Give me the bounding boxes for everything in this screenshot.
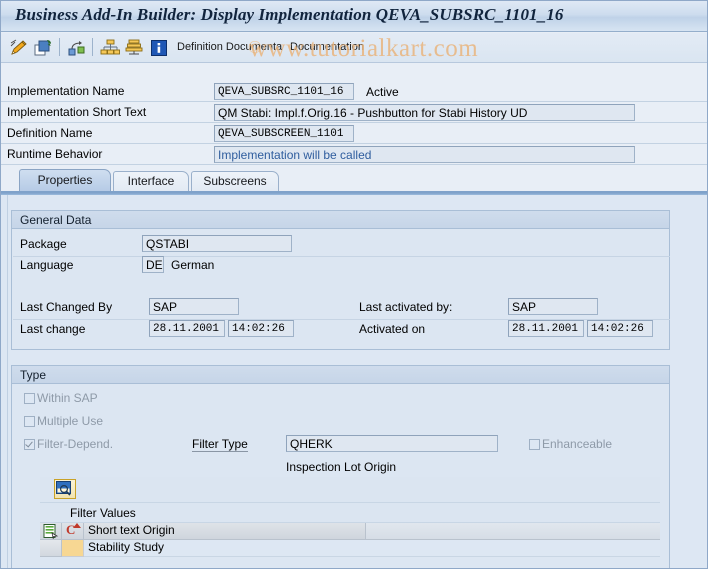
package-field[interactable]: QSTABI	[142, 235, 292, 252]
window-title-bar: Business Add-In Builder: Display Impleme…	[1, 1, 707, 32]
type-group: Type Within SAP Multiple Use Filter-Depe…	[11, 365, 670, 568]
sort-ascending-icon	[73, 523, 81, 528]
activated-on-label: Activated on	[359, 322, 426, 336]
checkbox-enhanceable[interactable]	[529, 439, 540, 450]
sap-gui-window: Business Add-In Builder: Display Impleme…	[0, 0, 708, 569]
header-row-implementation-name: Implementation Name QEVA_SUBSRC_1101_16 …	[1, 81, 707, 102]
definition-documentation-button[interactable]: Definition Documenta	[177, 41, 282, 53]
toolbar-separator-2	[92, 38, 93, 56]
definition-name-field[interactable]: QEVA_SUBSCREEN_1101	[214, 125, 354, 142]
runtime-behavior-label: Runtime Behavior	[7, 147, 103, 161]
checkbox-filter-dependent-label: Filter-Depend.	[37, 437, 114, 451]
assign-node-icon[interactable]	[67, 38, 87, 58]
header-row-runtime-behavior: Runtime Behavior Implementation will be …	[1, 144, 707, 165]
last-change-time-field[interactable]: 14:02:26	[228, 320, 294, 337]
filter-type-description: Inspection Lot Origin	[286, 460, 397, 474]
checkbox-within-sap-label: Within SAP	[37, 391, 98, 405]
filter-values-caption: Filter Values	[40, 503, 660, 523]
table-row[interactable]: Stability Study	[40, 540, 660, 557]
panel-left-rail	[1, 195, 8, 568]
checkbox-filter-dependent[interactable]	[24, 439, 35, 450]
activated-on-date-field[interactable]: 28.11.2001	[508, 320, 584, 337]
filter-values-caption-text: Filter Values	[70, 506, 136, 520]
column-header-code[interactable]: C	[62, 523, 84, 540]
language-code-field[interactable]: DE	[142, 256, 164, 273]
type-title-text: Type	[20, 368, 47, 382]
implementation-status-label: Active	[366, 85, 399, 99]
header-row-short-text: Implementation Short Text QM Stabi: Impl…	[1, 102, 707, 123]
last-changed-by-label: Last Changed By	[20, 300, 113, 314]
checkbox-within-sap[interactable]	[24, 393, 35, 404]
hierarchy-icon[interactable]	[100, 38, 120, 58]
implementation-name-field[interactable]: QEVA_SUBSRC_1101_16	[214, 83, 354, 100]
info-icon[interactable]	[149, 38, 169, 58]
checkbox-enhanceable-label: Enhanceable	[542, 437, 613, 451]
type-group-title: Type	[12, 366, 669, 384]
filter-values-header-row: C Short text Origin	[40, 523, 660, 540]
tab-interface[interactable]: Interface	[113, 171, 189, 191]
general-data-group-title: General Data	[12, 211, 669, 229]
header-divider-4	[1, 164, 707, 165]
runtime-behavior-field[interactable]: Implementation will be called	[214, 146, 635, 163]
header-row-definition-name: Definition Name QEVA_SUBSCREEN_1101	[1, 123, 707, 144]
application-toolbar: Definition Documenta Documentation	[1, 33, 707, 63]
select-all-rows-icon[interactable]	[40, 523, 62, 540]
definition-name-label: Definition Name	[7, 126, 93, 140]
tab-strip: Properties Interface Subscreens	[1, 169, 707, 191]
last-change-label: Last change	[20, 322, 86, 336]
implementation-short-text-field[interactable]: QM Stabi: Impl.f.Orig.16 - Pushbutton fo…	[214, 104, 635, 121]
change-pencil-icon[interactable]	[9, 38, 29, 58]
language-label: Language	[20, 258, 74, 272]
row-cell-code[interactable]	[62, 540, 84, 557]
general-data-group: General Data Package QSTABI Language DE …	[11, 210, 670, 350]
general-data-divider-1	[13, 256, 670, 257]
stack-icon[interactable]	[124, 38, 144, 58]
documentation-button[interactable]: Documentation	[290, 41, 364, 53]
column-header-short-text[interactable]: Short text Origin	[84, 523, 366, 540]
row-cell-short-text[interactable]: Stability Study	[84, 540, 366, 557]
last-changed-by-field[interactable]: SAP	[149, 298, 239, 315]
last-activated-by-field[interactable]: SAP	[508, 298, 598, 315]
checkbox-multiple-use[interactable]	[24, 416, 35, 427]
filter-type-label: Filter Type	[192, 437, 248, 452]
display-filter-values-button[interactable]	[54, 479, 76, 499]
filter-values-toolbar	[40, 477, 660, 503]
implementation-name-label: Implementation Name	[7, 84, 125, 98]
row-cell-filler	[366, 540, 660, 557]
activated-on-time-field[interactable]: 14:02:26	[587, 320, 653, 337]
language-text: German	[171, 258, 215, 272]
column-header-filler	[366, 523, 660, 540]
checkbox-multiple-use-label: Multiple Use	[37, 414, 104, 428]
implementation-short-text-label: Implementation Short Text	[7, 105, 147, 119]
last-change-date-field[interactable]: 28.11.2001	[149, 320, 225, 337]
window-title: Business Add-In Builder: Display Impleme…	[15, 5, 564, 24]
toolbar-separator-1	[59, 38, 60, 56]
package-label: Package	[20, 237, 67, 251]
row-selector-cell[interactable]	[40, 540, 62, 557]
filter-type-field[interactable]: QHERK	[286, 435, 498, 452]
create-copy-icon[interactable]	[33, 38, 53, 58]
tab-subscreens[interactable]: Subscreens	[191, 171, 279, 191]
last-activated-by-label: Last activated by:	[359, 300, 453, 314]
general-data-title-text: General Data	[20, 213, 92, 227]
tab-properties[interactable]: Properties	[19, 169, 111, 191]
